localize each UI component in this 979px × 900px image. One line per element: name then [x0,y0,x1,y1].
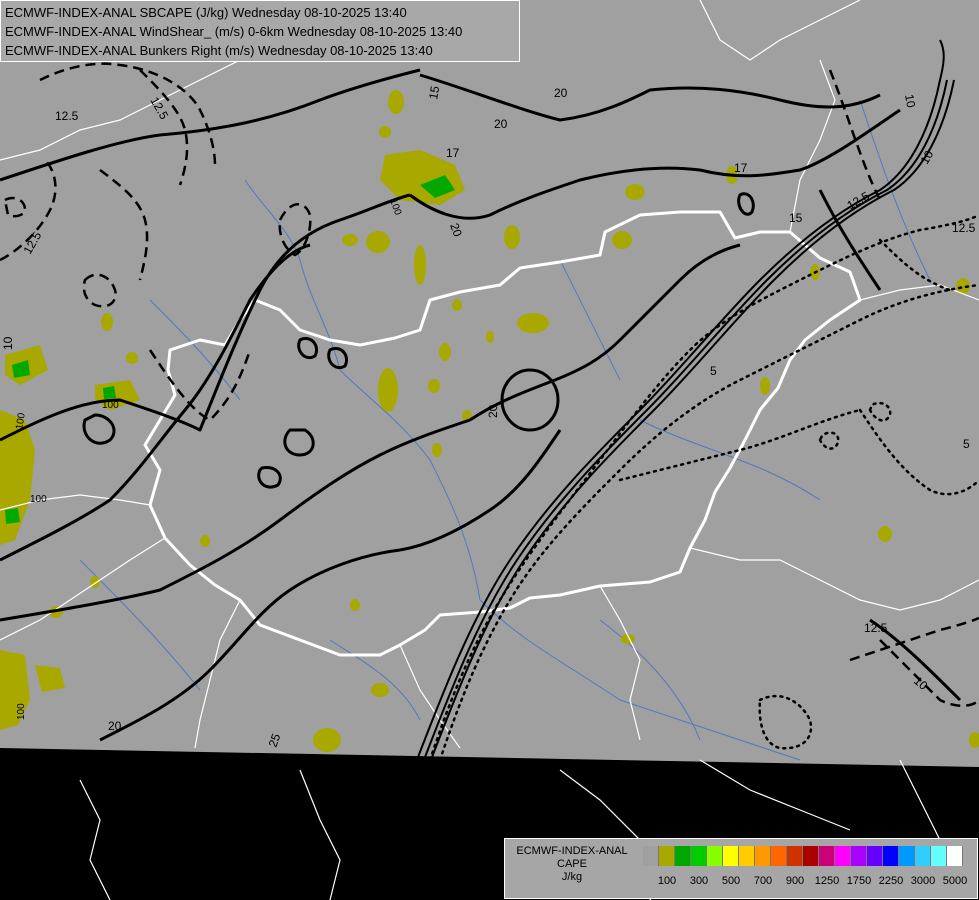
shear-label: 17 [446,146,460,160]
legend-tick: 1250 [814,875,840,887]
legend-tick: 1750 [846,875,872,887]
shear-label: 15 [789,211,803,225]
legend-swatch [787,846,803,866]
cape-label: 100 [30,494,47,505]
weather-map: 12.5 12.5 12.5 15 20 17 20 20 17 15 12.5… [0,0,979,900]
shear-label: 20 [494,117,508,131]
map-domain [0,0,979,767]
legend-tick: 100 [657,875,677,887]
title-windshear: ECMWF-INDEX-ANAL WindShear_ (m/s) 0-6km … [5,24,463,39]
legend-swatch [899,846,915,866]
legend-unit: J/kg [561,871,583,883]
shear-label: 10 [1,336,15,350]
legend-swatch [739,846,755,866]
title-sbcape: ECMWF-INDEX-ANAL SBCAPE (J/kg) Wednesday… [5,5,407,20]
shear-label: 20 [554,86,568,100]
cape-label: 100 [102,400,119,411]
title-box: ECMWF-INDEX-ANAL SBCAPE (J/kg) Wednesday… [0,0,520,62]
legend-swatch [835,846,851,866]
legend-variable: CAPE [557,858,587,870]
shear-label: 20 [108,719,122,733]
legend-swatch [723,846,739,866]
legend-tick: 300 [689,875,709,887]
legend-swatch [659,846,675,866]
cape-legend: ECMWF-INDEX-ANAL CAPE J/kg 100 300 500 700 9… [504,838,978,899]
legend-swatch [771,846,787,866]
legend-swatch [851,846,867,866]
legend-label: ECMWF-INDEX-ANAL CAPE J/kg [505,845,639,884]
legend-swatch [819,846,835,866]
legend-swatch [867,846,883,866]
shear-label: 20 [486,404,500,418]
bunkers-label: 5 [963,437,970,451]
legend-color-scale [643,846,963,866]
legend-swatch [691,846,707,866]
shear-label: 17 [734,161,748,175]
title-bunkers: ECMWF-INDEX-ANAL Bunkers Right (m/s) Wed… [5,43,433,58]
legend-swatch [755,846,771,866]
legend-swatch [803,846,819,866]
legend-swatch [947,846,963,866]
legend-swatch [707,846,723,866]
shear-label: 10 [902,93,918,109]
legend-tick: 900 [785,875,805,887]
legend-tick-labels: 100 300 500 700 900 1250 1750 2250 3000 5000 [637,875,977,889]
legend-swatch [931,846,947,866]
shear-label: 15 [426,85,442,101]
legend-tick: 3000 [910,875,936,887]
legend-tick: 5000 [942,875,968,887]
legend-tick: 500 [721,875,741,887]
bunkers-label: 5 [710,364,717,378]
shear-label: 12.5 [864,621,888,635]
shear-label: 12.5 [952,221,976,235]
legend-swatch [883,846,899,866]
legend-model: ECMWF-INDEX-ANAL [516,845,628,857]
legend-tick: 2250 [878,875,904,887]
shear-label: 12.5 [55,109,79,123]
legend-swatch [675,846,691,866]
legend-swatch [643,846,659,866]
legend-swatch [915,846,931,866]
legend-tick: 700 [753,875,773,887]
cape-label: 100 [16,703,27,720]
